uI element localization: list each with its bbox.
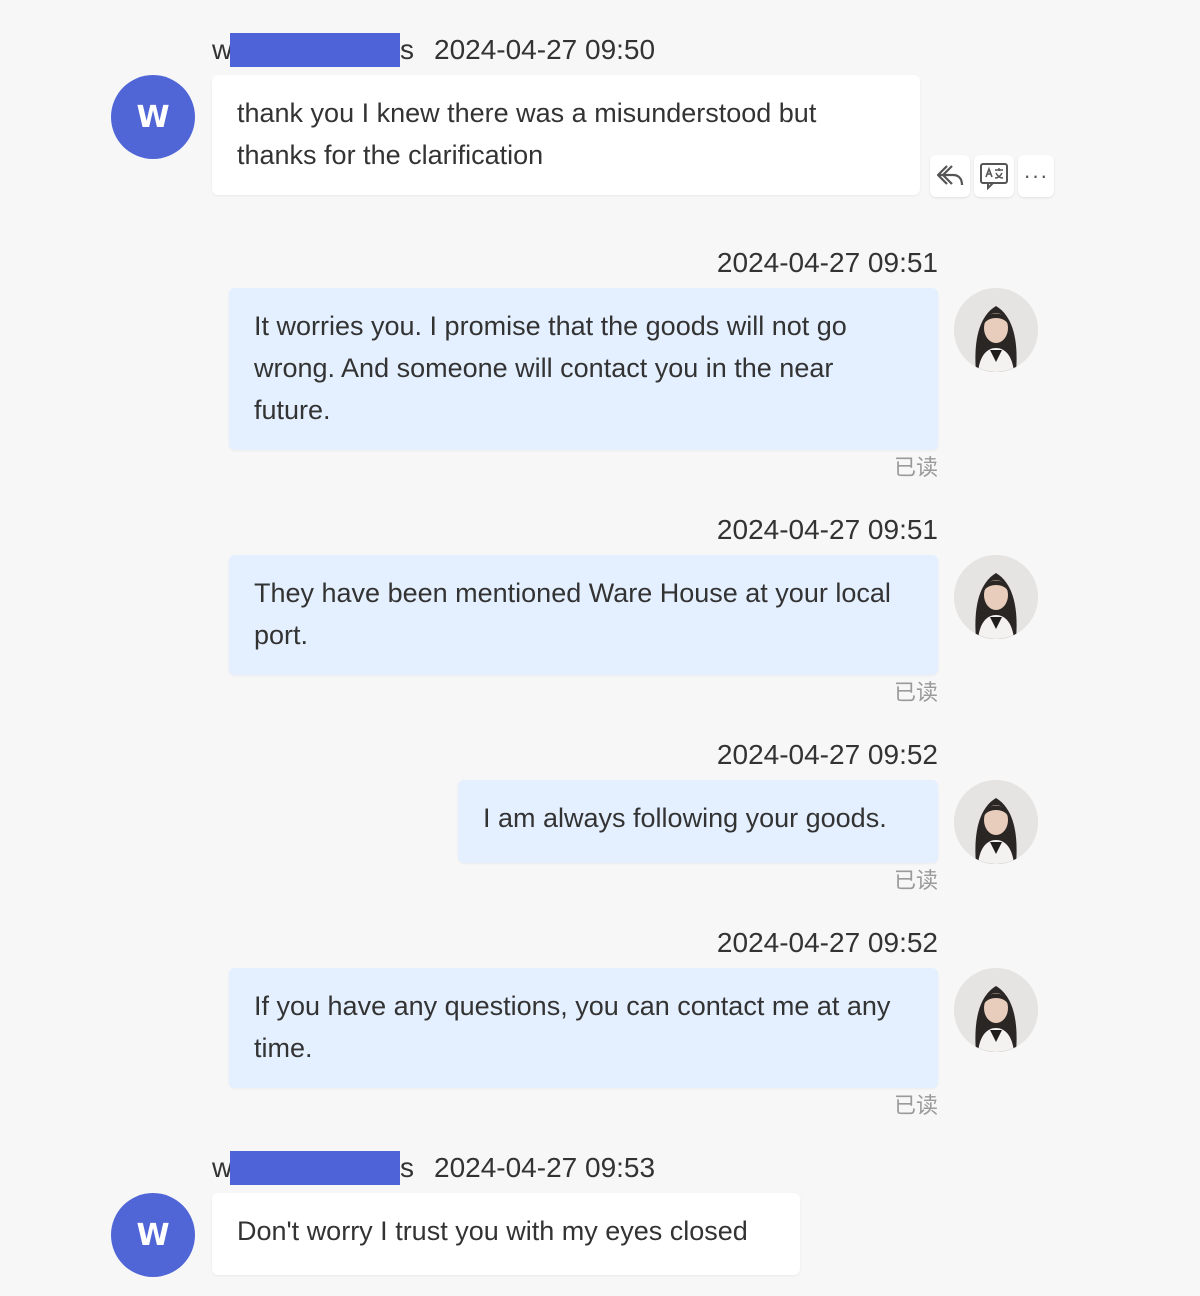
reply-icon: [936, 165, 964, 186]
agent-avatar-image: [954, 780, 1038, 864]
read-status: 已读: [893, 455, 938, 480]
outgoing-message-bubble[interactable]: If you have any questions, you can conta…: [229, 968, 938, 1088]
agent-avatar-image: [954, 968, 1038, 1052]
incoming-message-bubble[interactable]: thank you I knew there was a misundersto…: [212, 75, 920, 195]
message-time: 2024-04-27 09:53: [434, 1152, 656, 1183]
read-status: 已读: [893, 1093, 938, 1118]
read-status: 已读: [893, 680, 938, 705]
contact-avatar[interactable]: W: [111, 75, 195, 159]
sender-name-end: s: [400, 34, 414, 65]
message-text: I am always following your goods.: [483, 803, 887, 833]
avatar-letter: W: [136, 1217, 170, 1253]
contact-avatar[interactable]: W: [111, 1193, 195, 1277]
agent-avatar[interactable]: [954, 288, 1038, 372]
message-text: It worries you. I promise that the goods…: [254, 311, 847, 425]
message-time: 2024-04-27 09:52: [716, 739, 938, 770]
outgoing-message-bubble[interactable]: It worries you. I promise that the goods…: [229, 288, 938, 450]
message-time: 2024-04-27 09:51: [716, 247, 938, 278]
message-text: They have been mentioned Ware House at y…: [254, 578, 891, 650]
incoming-message-bubble[interactable]: Don't worry I trust you with my eyes clo…: [212, 1193, 800, 1275]
redacted-sender-name: [230, 1151, 400, 1185]
translate-button[interactable]: [974, 155, 1014, 197]
message-actions: ···: [930, 155, 1054, 197]
message-time: 2024-04-27 09:51: [716, 514, 938, 545]
agent-avatar[interactable]: [954, 780, 1038, 864]
outgoing-message-bubble[interactable]: I am always following your goods.: [458, 780, 938, 863]
outgoing-message-bubble[interactable]: They have been mentioned Ware House at y…: [229, 555, 938, 675]
more-icon: ···: [1023, 163, 1049, 188]
message-text: If you have any questions, you can conta…: [254, 991, 891, 1063]
agent-avatar-image: [954, 555, 1038, 639]
message-time: 2024-04-27 09:50: [434, 34, 656, 65]
sender-name-start: w: [212, 34, 230, 65]
message-header: w s 2024-04-27 09:53: [212, 1151, 655, 1185]
agent-avatar-image: [954, 288, 1038, 372]
sender-name-end: s: [400, 1152, 414, 1183]
read-status: 已读: [893, 868, 938, 893]
redacted-sender-name: [230, 33, 400, 67]
message-header: w s 2024-04-27 09:50: [212, 33, 655, 67]
message-time: 2024-04-27 09:52: [716, 927, 938, 958]
reply-button[interactable]: [930, 155, 970, 197]
message-text: thank you I knew there was a misundersto…: [237, 98, 817, 170]
agent-avatar[interactable]: [954, 968, 1038, 1052]
sender-name-start: w: [212, 1152, 230, 1183]
avatar-letter: W: [136, 99, 170, 135]
message-text: Don't worry I trust you with my eyes clo…: [237, 1216, 748, 1246]
more-button[interactable]: ···: [1018, 155, 1054, 197]
translate-icon: [980, 163, 1008, 190]
agent-avatar[interactable]: [954, 555, 1038, 639]
